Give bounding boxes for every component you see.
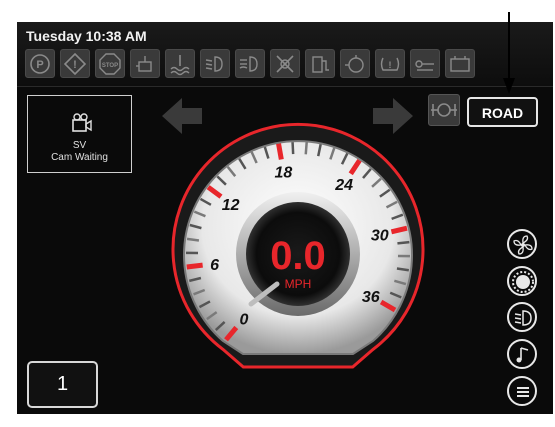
brightness-button[interactable] (507, 266, 537, 296)
gauge-tick-label: 0 (240, 311, 249, 328)
music-icon (516, 347, 529, 363)
gauge-tick-label: 6 (210, 257, 219, 274)
headlight-icon (514, 310, 532, 326)
gauge-minor-tick (397, 240, 410, 245)
speed-value: 0.0 (270, 234, 326, 278)
fan-button[interactable] (507, 229, 537, 259)
gauge-minor-tick (396, 267, 409, 272)
fan-icon (513, 235, 533, 255)
music-button[interactable] (507, 339, 537, 369)
headlight-button[interactable] (507, 302, 537, 332)
menu-icon (517, 387, 529, 397)
gauge-minor-tick (304, 142, 308, 155)
speed-unit: MPH (285, 277, 312, 291)
gear-indicator: 1 (27, 361, 98, 408)
menu-button[interactable] (507, 376, 537, 406)
brightness-icon (512, 271, 534, 293)
gauge-minor-tick (291, 142, 295, 155)
gauge-tick-label: 12 (222, 197, 240, 214)
gauge-major-tick (186, 262, 203, 270)
gauge-major-tick (276, 143, 284, 160)
gauge-tick-label: 30 (371, 228, 389, 245)
gauge-tick-label: 36 (362, 289, 380, 306)
display-screen: Tuesday 10:38 AM P ! STOP ! SV Cam Waiti… (17, 22, 553, 414)
gauge-tick-label: 24 (334, 177, 353, 194)
gauge-tick-label: 18 (275, 164, 293, 181)
gauge-minor-tick (186, 237, 200, 242)
speedometer: 0 6 12 18 24 30 36 0.0 MPH (171, 122, 425, 369)
